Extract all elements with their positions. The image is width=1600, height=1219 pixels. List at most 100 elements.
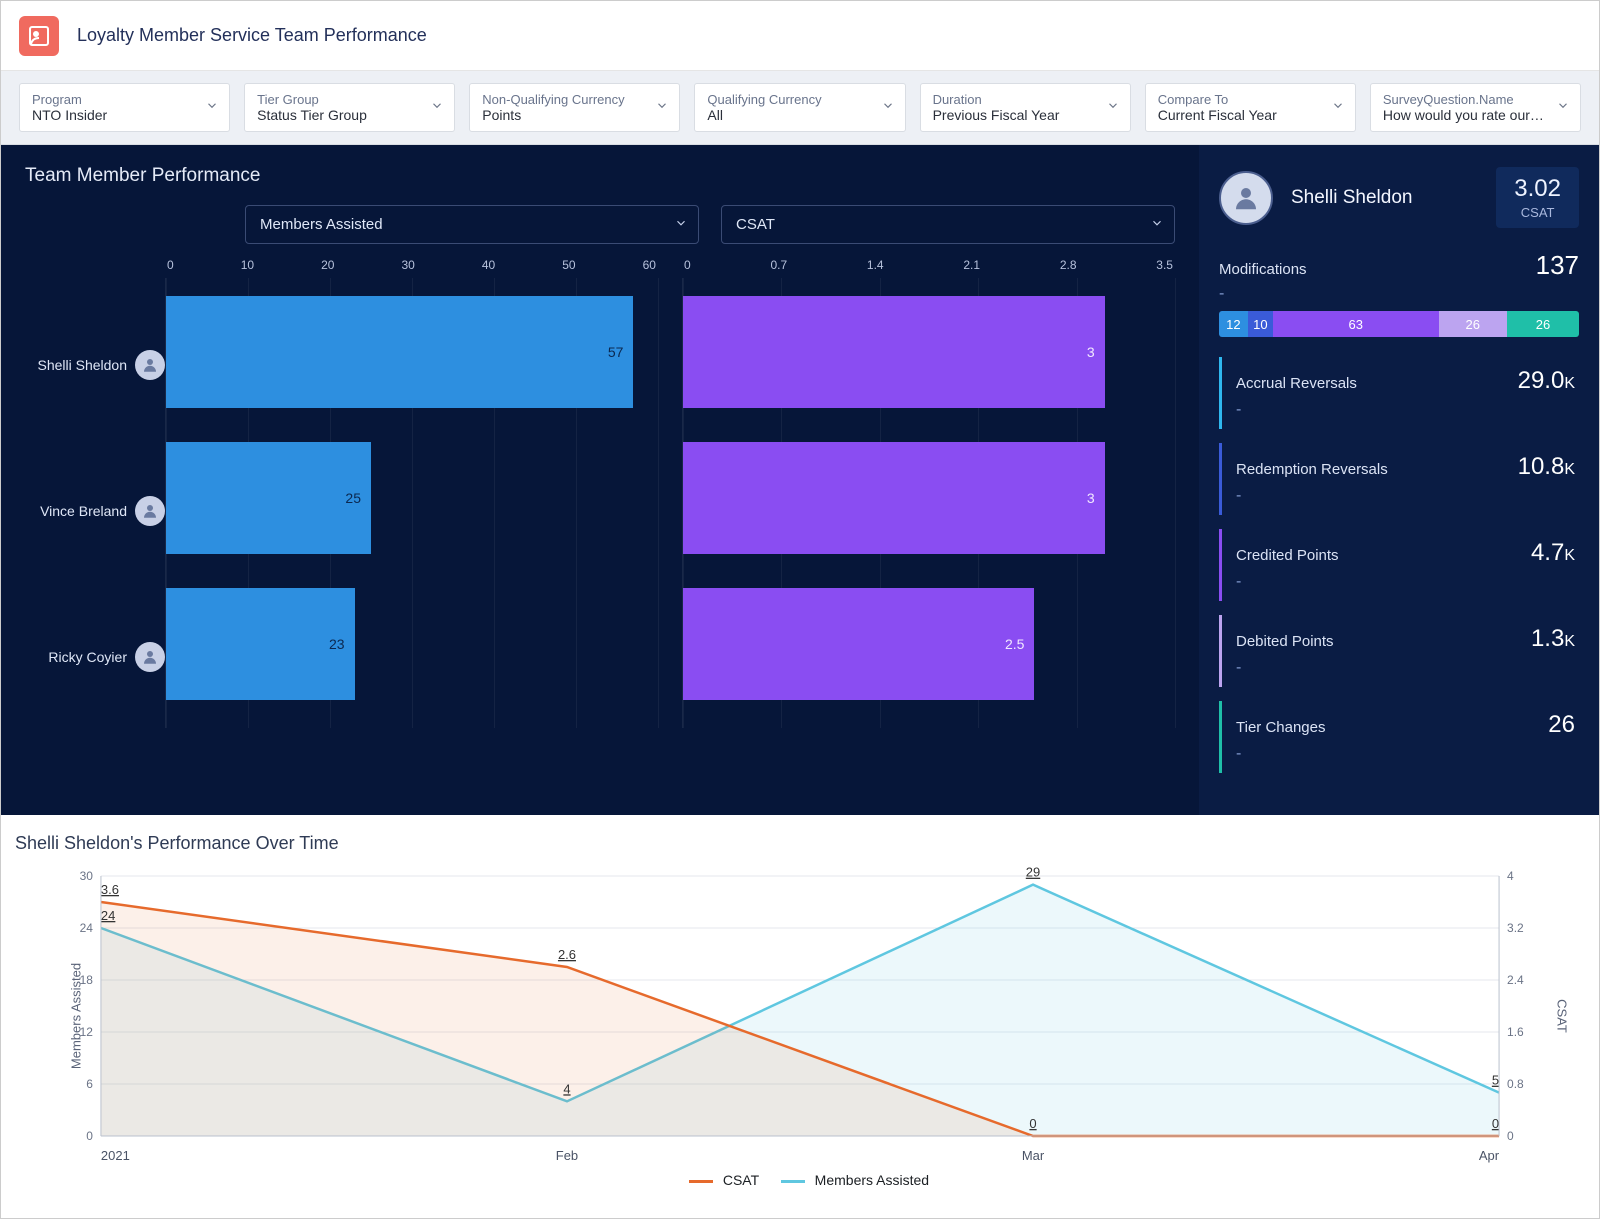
member-row[interactable]: Ricky Coyier	[25, 592, 165, 722]
filter-label: Program	[32, 92, 195, 107]
filter-program[interactable]: Program NTO Insider	[19, 83, 230, 132]
svg-text:3.6: 3.6	[101, 882, 119, 897]
avatar-icon	[1219, 171, 1273, 225]
filter-value: All	[707, 107, 870, 123]
svg-text:0: 0	[1029, 1116, 1036, 1131]
svg-text:0.8: 0.8	[1507, 1077, 1524, 1091]
svg-text:2.6: 2.6	[558, 947, 576, 962]
stat-card[interactable]: Credited Points4.7K-	[1219, 529, 1579, 601]
stat-value: 1.3K	[1531, 625, 1575, 653]
score-label: CSAT	[1514, 205, 1561, 220]
filter-label: Non-Qualifying Currency	[482, 92, 645, 107]
segment[interactable]: 26	[1439, 311, 1507, 337]
axis-tick: 30	[401, 258, 414, 272]
bar[interactable]: 2.5	[683, 588, 1034, 700]
segment[interactable]: 63	[1273, 311, 1439, 337]
modifications-label: Modifications	[1219, 261, 1307, 278]
filter-compare-to[interactable]: Compare To Current Fiscal Year	[1145, 83, 1356, 132]
profile-name: Shelli Sheldon	[1291, 187, 1478, 209]
chevron-down-icon	[1106, 98, 1120, 117]
svg-text:2021: 2021	[101, 1148, 130, 1163]
member-name: Ricky Coyier	[48, 649, 127, 665]
segment[interactable]: 26	[1507, 311, 1579, 337]
csat-chart: 00.71.42.12.83.5 3 3 2.5	[682, 258, 1175, 738]
stat-delta: -	[1236, 401, 1575, 419]
legend-swatch-members	[781, 1180, 805, 1183]
svg-text:24: 24	[80, 921, 94, 935]
svg-text:0: 0	[1507, 1129, 1514, 1143]
chevron-down-icon	[205, 98, 219, 117]
axis-tick: 0	[167, 258, 174, 272]
chevron-down-icon	[674, 216, 688, 234]
chevron-down-icon	[1556, 98, 1570, 117]
bar[interactable]: 57	[166, 296, 633, 408]
metric-select-value: CSAT	[736, 216, 775, 233]
svg-text:Mar: Mar	[1022, 1148, 1045, 1163]
bar[interactable]: 3	[683, 296, 1105, 408]
stat-card[interactable]: Debited Points1.3K-	[1219, 615, 1579, 687]
stat-label: Debited Points	[1236, 633, 1334, 650]
avatar-icon	[135, 350, 165, 380]
bar[interactable]: 23	[166, 588, 355, 700]
x-axis-ticks: 0102030405060	[165, 258, 658, 278]
stat-label: Tier Changes	[1236, 719, 1326, 736]
app-logo	[19, 16, 59, 56]
filter-value: How would you rate our serv	[1383, 107, 1546, 123]
filter-qual-currency[interactable]: Qualifying Currency All	[694, 83, 905, 132]
metric-select-right[interactable]: CSAT	[721, 205, 1175, 244]
bar[interactable]: 3	[683, 442, 1105, 554]
score-value: 3.02	[1514, 175, 1561, 203]
segment[interactable]: 12	[1219, 311, 1248, 337]
bar[interactable]: 25	[166, 442, 371, 554]
filter-value: Points	[482, 107, 645, 123]
filter-tier-group[interactable]: Tier Group Status Tier Group	[244, 83, 455, 132]
segment[interactable]: 10	[1248, 311, 1273, 337]
svg-text:Apr: Apr	[1479, 1148, 1500, 1163]
stat-card[interactable]: Tier Changes26-	[1219, 701, 1579, 773]
filter-non-qual-currency[interactable]: Non-Qualifying Currency Points	[469, 83, 680, 132]
filter-label: SurveyQuestion.Name	[1383, 92, 1546, 107]
member-row[interactable]: Shelli Sheldon	[25, 300, 165, 430]
member-axis: Shelli Sheldon Vince Breland Ricky Coyie…	[25, 258, 165, 738]
stat-delta: -	[1236, 573, 1575, 591]
axis-tick: 2.8	[1060, 258, 1077, 272]
member-name: Shelli Sheldon	[37, 357, 127, 373]
filter-value: NTO Insider	[32, 107, 195, 123]
filter-duration[interactable]: Duration Previous Fiscal Year	[920, 83, 1131, 132]
svg-text:2.4: 2.4	[1507, 973, 1524, 987]
svg-text:4: 4	[1507, 869, 1514, 883]
axis-tick: 0	[684, 258, 691, 272]
profile-panel: Shelli Sheldon 3.02 CSAT Modifications 1…	[1199, 145, 1599, 815]
stat-card[interactable]: Accrual Reversals29.0K-	[1219, 357, 1579, 429]
axis-tick: 20	[321, 258, 334, 272]
stat-label: Credited Points	[1236, 547, 1339, 564]
section-title: Team Member Performance	[25, 165, 1175, 187]
stat-label: Redemption Reversals	[1236, 461, 1388, 478]
stat-card[interactable]: Redemption Reversals10.8K-	[1219, 443, 1579, 515]
modifications-value: 137	[1536, 250, 1579, 281]
stat-value: 29.0K	[1518, 367, 1575, 395]
team-performance-panel: Team Member Performance Members Assisted…	[1, 145, 1199, 815]
member-row[interactable]: Vince Breland	[25, 446, 165, 576]
svg-text:1.6: 1.6	[1507, 1025, 1524, 1039]
chevron-down-icon	[1331, 98, 1345, 117]
filter-label: Compare To	[1158, 92, 1321, 107]
legend-label-csat: CSAT	[723, 1172, 759, 1188]
filter-label: Duration	[933, 92, 1096, 107]
stat-delta: -	[1236, 745, 1575, 763]
chevron-down-icon	[430, 98, 444, 117]
x-axis-ticks: 00.71.42.12.83.5	[682, 258, 1175, 278]
legend: CSAT Members Assisted	[15, 1172, 1585, 1188]
stat-delta: -	[1236, 487, 1575, 505]
header: Loyalty Member Service Team Performance	[1, 1, 1599, 71]
svg-text:29: 29	[1026, 866, 1040, 880]
chevron-down-icon	[655, 98, 669, 117]
modifications-breakdown-bar: 1210632626	[1219, 311, 1579, 337]
filter-survey-question[interactable]: SurveyQuestion.Name How would you rate o…	[1370, 83, 1581, 132]
metric-select-left[interactable]: Members Assisted	[245, 205, 699, 244]
avatar-icon	[135, 496, 165, 526]
svg-text:0: 0	[1492, 1116, 1499, 1131]
filter-value: Previous Fiscal Year	[933, 107, 1096, 123]
filter-label: Tier Group	[257, 92, 420, 107]
legend-label-members: Members Assisted	[815, 1172, 929, 1188]
